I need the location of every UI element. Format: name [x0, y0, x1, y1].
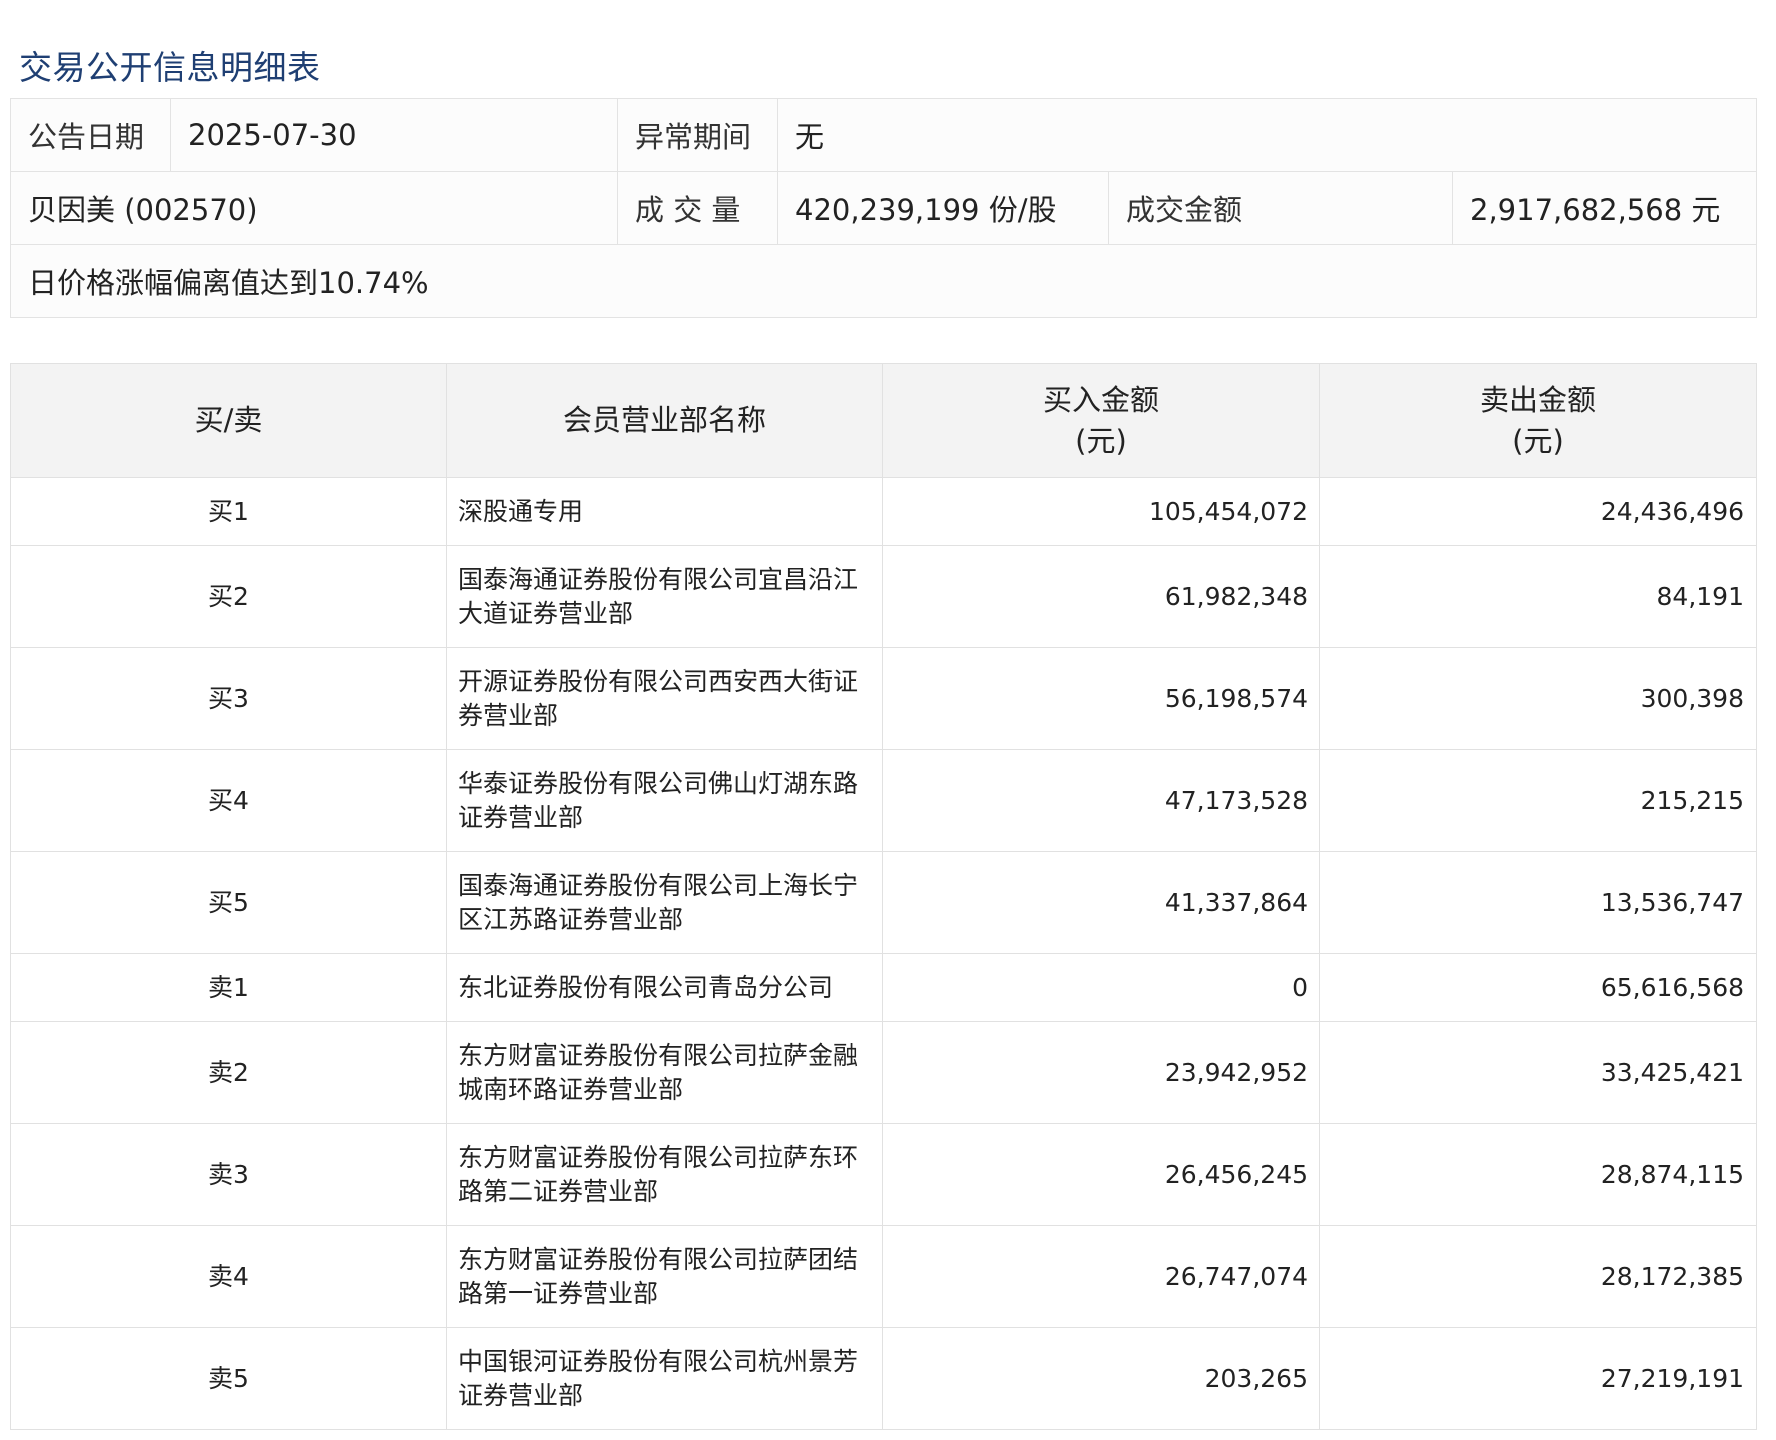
row-sell-amount: 28,172,385: [1319, 1225, 1757, 1328]
row-branch-name: 华泰证券股份有限公司佛山灯湖东路证券营业部: [446, 749, 883, 852]
row-side: 买4: [10, 749, 447, 852]
table-row: 买2 国泰海通证券股份有限公司宜昌沿江大道证券营业部 61,982,348 84…: [10, 545, 1757, 648]
row-sell-amount: 28,874,115: [1319, 1123, 1757, 1226]
row-side: 卖2: [10, 1021, 447, 1124]
row-branch-name: 国泰海通证券股份有限公司宜昌沿江大道证券营业部: [446, 545, 883, 648]
header-sell-amount-unit: (元): [1512, 423, 1564, 458]
listing-reason: 日价格涨幅偏离值达到10.74%: [10, 244, 1757, 318]
page-title: 交易公开信息明细表: [19, 48, 321, 88]
row-branch-name: 东方财富证券股份有限公司拉萨东环路第二证券营业部: [446, 1123, 883, 1226]
row-branch-name: 开源证券股份有限公司西安西大街证券营业部: [446, 647, 883, 750]
row-branch-name: 中国银河证券股份有限公司杭州景芳证券营业部: [446, 1327, 883, 1430]
table-row: 买4 华泰证券股份有限公司佛山灯湖东路证券营业部 47,173,528 215,…: [10, 749, 1757, 852]
row-buy-amount: 203,265: [882, 1327, 1320, 1430]
row-buy-amount: 47,173,528: [882, 749, 1320, 852]
abnormal-period-label: 异常期间: [617, 98, 778, 172]
abnormal-period-value: 无: [777, 98, 1757, 172]
row-sell-amount: 84,191: [1319, 545, 1757, 648]
volume-value: 420,239,199 份/股: [777, 171, 1109, 245]
table-row: 卖4 东方财富证券股份有限公司拉萨团结路第一证券营业部 26,747,074 2…: [10, 1225, 1757, 1328]
row-side: 卖3: [10, 1123, 447, 1226]
volume-label: 成 交 量: [617, 171, 778, 245]
row-branch-name: 深股通专用: [446, 477, 883, 546]
table-row: 买5 国泰海通证券股份有限公司上海长宁区江苏路证券营业部 41,337,864 …: [10, 851, 1757, 954]
row-side: 买3: [10, 647, 447, 750]
row-side: 卖1: [10, 953, 447, 1022]
row-side: 卖4: [10, 1225, 447, 1328]
row-branch-name: 东方财富证券股份有限公司拉萨金融城南环路证券营业部: [446, 1021, 883, 1124]
summary-table: 公告日期 2025-07-30 异常期间 无 贝因美 (002570) 成 交 …: [10, 98, 1757, 318]
table-row: 卖1 东北证券股份有限公司青岛分公司 0 65,616,568: [10, 953, 1757, 1022]
header-buy-amount: 买入金额 (元): [882, 363, 1320, 478]
row-side: 买5: [10, 851, 447, 954]
row-buy-amount: 56,198,574: [882, 647, 1320, 750]
header-side: 买/卖: [10, 363, 447, 478]
amount-value: 2,917,682,568 元: [1452, 171, 1757, 245]
row-sell-amount: 33,425,421: [1319, 1021, 1757, 1124]
row-branch-name: 东北证券股份有限公司青岛分公司: [446, 953, 883, 1022]
table-row: 卖3 东方财富证券股份有限公司拉萨东环路第二证券营业部 26,456,245 2…: [10, 1123, 1757, 1226]
row-branch-name: 东方财富证券股份有限公司拉萨团结路第一证券营业部: [446, 1225, 883, 1328]
row-side: 买2: [10, 545, 447, 648]
detail-header-row: 买/卖 会员营业部名称 买入金额 (元) 卖出金额 (元): [10, 363, 1757, 478]
amount-label: 成交金额: [1108, 171, 1453, 245]
summary-row-date: 公告日期 2025-07-30 异常期间 无: [10, 98, 1757, 172]
header-branch-name: 会员营业部名称: [446, 363, 883, 478]
row-buy-amount: 61,982,348: [882, 545, 1320, 648]
row-buy-amount: 26,456,245: [882, 1123, 1320, 1226]
row-buy-amount: 23,942,952: [882, 1021, 1320, 1124]
table-row: 买3 开源证券股份有限公司西安西大街证券营业部 56,198,574 300,3…: [10, 647, 1757, 750]
row-sell-amount: 13,536,747: [1319, 851, 1757, 954]
summary-row-reason: 日价格涨幅偏离值达到10.74%: [10, 244, 1757, 318]
announce-date-label: 公告日期: [10, 98, 171, 172]
row-buy-amount: 41,337,864: [882, 851, 1320, 954]
row-sell-amount: 27,219,191: [1319, 1327, 1757, 1430]
header-sell-amount: 卖出金额 (元): [1319, 363, 1757, 478]
table-row: 卖5 中国银河证券股份有限公司杭州景芳证券营业部 203,265 27,219,…: [10, 1327, 1757, 1430]
table-row: 买1 深股通专用 105,454,072 24,436,496: [10, 477, 1757, 546]
row-side: 卖5: [10, 1327, 447, 1430]
row-sell-amount: 65,616,568: [1319, 953, 1757, 1022]
row-sell-amount: 215,215: [1319, 749, 1757, 852]
row-buy-amount: 26,747,074: [882, 1225, 1320, 1328]
header-buy-amount-unit: (元): [1075, 423, 1127, 458]
stock-name: 贝因美 (002570): [10, 171, 618, 245]
announce-date-value: 2025-07-30: [170, 98, 618, 172]
header-buy-amount-label: 买入金额: [1042, 382, 1159, 417]
row-branch-name: 国泰海通证券股份有限公司上海长宁区江苏路证券营业部: [446, 851, 883, 954]
summary-row-volume: 贝因美 (002570) 成 交 量 420,239,199 份/股 成交金额 …: [10, 171, 1757, 245]
row-buy-amount: 0: [882, 953, 1320, 1022]
row-buy-amount: 105,454,072: [882, 477, 1320, 546]
detail-table: 买/卖 会员营业部名称 买入金额 (元) 卖出金额 (元) 买1 深股通专用 1…: [10, 363, 1757, 1430]
row-side: 买1: [10, 477, 447, 546]
row-sell-amount: 24,436,496: [1319, 477, 1757, 546]
table-row: 卖2 东方财富证券股份有限公司拉萨金融城南环路证券营业部 23,942,952 …: [10, 1021, 1757, 1124]
row-sell-amount: 300,398: [1319, 647, 1757, 750]
header-sell-amount-label: 卖出金额: [1479, 382, 1596, 417]
